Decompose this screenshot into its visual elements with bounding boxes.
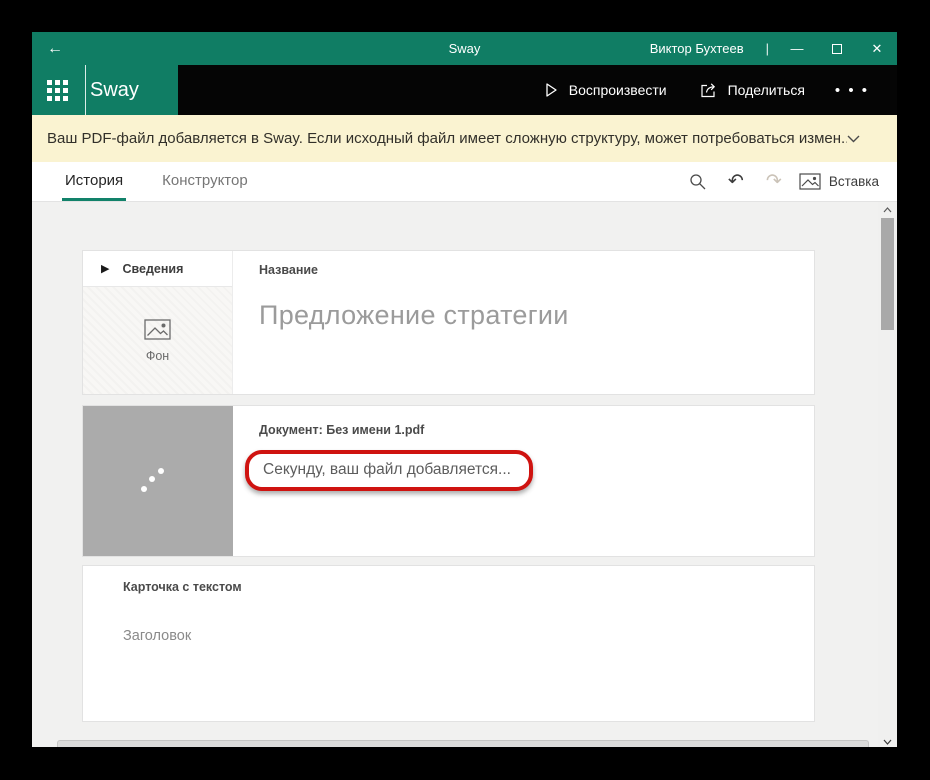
insert-image-icon: [799, 173, 821, 190]
background-button[interactable]: Фон: [83, 287, 232, 394]
redo-icon: ↷: [765, 171, 782, 192]
tab-storyline[interactable]: История: [62, 162, 127, 201]
waffle-menu-icon[interactable]: [47, 79, 68, 101]
next-group-peek-bar[interactable]: [57, 740, 869, 747]
vertical-scrollbar[interactable]: [878, 202, 897, 747]
search-icon: [689, 173, 707, 191]
banner-expand-button[interactable]: [847, 135, 860, 143]
play-button[interactable]: Воспроизвести: [527, 65, 683, 115]
sway-app-window: ← Sway Виктор Бухтеев | — ✕ Sway Воспрои…: [32, 32, 897, 747]
scroll-up-button[interactable]: [878, 202, 897, 218]
upload-status-text: Секунду, ваш файл добавляется...: [263, 461, 511, 478]
redo-button[interactable]: ↷: [755, 162, 793, 201]
name-field-label: Название: [259, 263, 319, 277]
share-icon: [699, 82, 718, 99]
scroll-down-button[interactable]: [878, 739, 897, 745]
tab-design-label: Конструктор: [162, 171, 248, 189]
user-name: Виктор Бухтеев: [649, 41, 744, 56]
maximize-button[interactable]: [817, 32, 857, 65]
insert-button-label: Вставка: [828, 174, 879, 189]
notification-text: Ваш PDF-файл добавляется в Sway. Если ис…: [47, 130, 847, 147]
document-card: Документ: Без имени 1.pdf Секунду, ваш ф…: [82, 405, 815, 557]
minimize-button[interactable]: —: [777, 32, 817, 65]
tab-design[interactable]: Конструктор: [159, 162, 251, 201]
tab-toolbar: ↶ ↷ Вставка: [679, 162, 897, 201]
play-icon: [543, 82, 559, 98]
back-button[interactable]: ←: [32, 40, 78, 58]
back-arrow-icon: ←: [47, 39, 63, 57]
background-label: Фон: [145, 348, 170, 363]
app-bar: Sway Воспроизвести Поделиться • • •: [32, 65, 897, 115]
background-image-icon: [144, 318, 171, 340]
scrollbar-thumb[interactable]: [881, 218, 894, 330]
maximize-icon: [832, 43, 842, 54]
share-button-label: Поделиться: [727, 82, 805, 98]
chevron-down-icon: [847, 130, 860, 147]
text-card: Карточка с текстом Заголовок: [82, 565, 815, 722]
scroll-down-icon: [883, 739, 892, 745]
appbar-actions: Воспроизвести Поделиться • • •: [178, 65, 897, 115]
app-brand-area: Sway: [32, 65, 178, 115]
title-card-body: Название Предложение стратегии: [233, 251, 814, 394]
more-icon: • • •: [834, 81, 869, 99]
text-card-body: Карточка с текстом Заголовок: [83, 566, 814, 644]
titlebar-divider: |: [765, 41, 769, 56]
document-card-body: Документ: Без имени 1.pdf Секунду, ваш ф…: [233, 406, 814, 556]
insert-button[interactable]: Вставка: [793, 173, 885, 190]
details-toggle[interactable]: ▶ Сведения: [83, 251, 232, 287]
search-button[interactable]: [679, 162, 717, 201]
text-card-header: Карточка с текстом: [123, 580, 242, 594]
undo-button[interactable]: ↶: [717, 162, 755, 201]
undo-icon: ↶: [727, 171, 744, 192]
tab-bar: История Конструктор ↶ ↷ Вставка: [32, 162, 897, 202]
close-button[interactable]: ✕: [857, 32, 897, 65]
red-annotation-highlight: Секунду, ваш файл добавляется...: [245, 450, 533, 491]
heading-placeholder-field[interactable]: Заголовок: [123, 628, 814, 644]
scroll-up-icon: [883, 207, 892, 213]
title-card-side-panel: ▶ Сведения Фон: [83, 251, 233, 394]
document-card-header: Документ: Без имени 1.pdf: [259, 423, 425, 437]
storyline-content: ▶ Сведения Фон Название Предложение стра…: [32, 202, 897, 747]
sway-title-field[interactable]: Предложение стратегии: [259, 300, 814, 331]
title-card: ▶ Сведения Фон Название Предложение стра…: [82, 250, 815, 395]
title-bar: ← Sway Виктор Бухтеев | — ✕: [32, 32, 897, 65]
brand-separator: [85, 65, 86, 115]
play-button-label: Воспроизвести: [568, 82, 667, 98]
details-arrow-icon: ▶: [101, 263, 110, 275]
tab-storyline-label: История: [65, 171, 124, 189]
more-button[interactable]: • • •: [821, 82, 883, 99]
share-button[interactable]: Поделиться: [683, 65, 821, 115]
sway-logo: Sway: [90, 78, 139, 101]
document-thumbnail: [83, 406, 233, 556]
details-label: Сведения: [122, 261, 184, 276]
notification-banner: Ваш PDF-файл добавляется в Sway. Если ис…: [32, 115, 897, 162]
